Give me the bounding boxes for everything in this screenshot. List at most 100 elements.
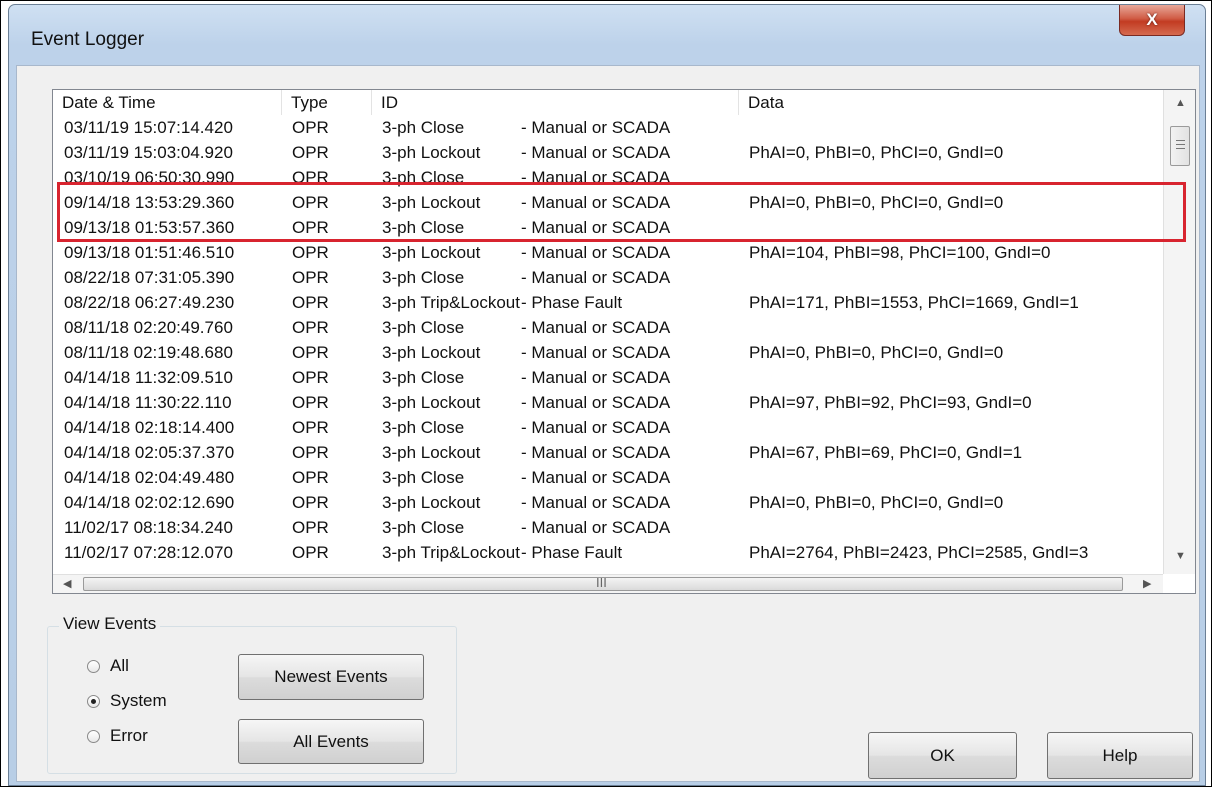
cell-date: 03/10/19 06:50:30.990 — [64, 168, 235, 187]
cell-type: OPR — [292, 543, 329, 562]
scroll-grip-icon: III — [596, 575, 607, 590]
radio-all[interactable]: All — [87, 656, 129, 676]
table-row[interactable]: 03/11/19 15:03:04.920 OPR 3-ph Lockout - Ma… — [53, 140, 1163, 165]
table-row[interactable]: 04/14/18 11:32:09.510 OPR 3-ph Close - Manu… — [53, 365, 1163, 390]
cell-date: 03/11/19 15:07:14.420 — [64, 118, 233, 137]
radio-system[interactable]: System — [87, 691, 167, 711]
event-rows: 03/11/19 15:07:14.420 OPR 3-ph Close - Manu… — [53, 115, 1163, 575]
scroll-left-icon[interactable]: ◀ — [63, 577, 71, 590]
cell-type: OPR — [292, 443, 329, 462]
radio-error-icon[interactable] — [87, 729, 100, 743]
cell-type: OPR — [292, 393, 329, 412]
cell-id: 3-ph Trip&Lockout — [382, 293, 520, 312]
cell-date: 04/14/18 02:18:14.400 — [64, 418, 235, 437]
table-row[interactable]: 04/14/18 02:05:37.370 OPR 3-ph Lockout - Ma… — [53, 440, 1163, 465]
cell-reason: - Manual or SCADA — [521, 118, 671, 137]
cell-data: PhAI=0, PhBI=0, PhCI=0, GndI=0 — [749, 343, 1004, 362]
table-row[interactable]: 08/11/18 02:20:49.760 OPR 3-ph Close - Manu… — [53, 315, 1163, 340]
cell-reason: - Manual or SCADA — [521, 443, 671, 462]
cell-reason: - Phase Fault — [521, 543, 623, 562]
cell-reason: - Manual or SCADA — [521, 468, 671, 487]
table-row[interactable]: 08/22/18 07:31:05.390 OPR 3-ph Close - Manu… — [53, 265, 1163, 290]
cell-id: 3-ph Close — [382, 418, 465, 437]
table-row[interactable]: 04/14/18 11:30:22.110 OPR 3-ph Lockout - Ma… — [53, 390, 1163, 415]
cell-reason: - Manual or SCADA — [521, 193, 671, 212]
vertical-scroll-thumb[interactable] — [1170, 126, 1190, 166]
cell-id: 3-ph Lockout — [382, 493, 481, 512]
column-header-data[interactable]: Data — [739, 90, 1164, 115]
horizontal-scroll-thumb[interactable]: III — [83, 575, 1123, 591]
vertical-scrollbar[interactable]: ▲ ▼ — [1163, 90, 1195, 574]
cell-reason: - Manual or SCADA — [521, 168, 671, 187]
cell-reason: - Manual or SCADA — [521, 368, 671, 387]
scroll-down-icon[interactable]: ▼ — [1175, 550, 1186, 562]
cell-id: 3-ph Close — [382, 168, 465, 187]
cell-date: 08/22/18 07:31:05.390 — [64, 268, 235, 287]
cell-data: PhAI=0, PhBI=0, PhCI=0, GndI=0 — [749, 143, 1004, 162]
column-header-type[interactable]: Type — [282, 90, 372, 115]
cell-id: 3-ph Lockout — [382, 393, 481, 412]
cell-data: PhAI=2764, PhBI=2423, PhCI=2585, GndI=3 — [749, 543, 1089, 562]
cell-type: OPR — [292, 518, 329, 537]
cell-date: 08/11/18 02:20:49.760 — [64, 318, 233, 337]
cell-date: 08/11/18 02:19:48.680 — [64, 343, 233, 362]
cell-reason: - Manual or SCADA — [521, 143, 671, 162]
cell-id: 3-ph Close — [382, 318, 465, 337]
radio-error[interactable]: Error — [87, 726, 148, 746]
table-row[interactable]: 04/14/18 02:04:49.480 OPR 3-ph Close - Manu… — [53, 465, 1163, 490]
table-row[interactable]: 08/22/18 06:27:49.230 OPR 3-ph Trip&Lockou… — [53, 290, 1163, 315]
table-row[interactable]: 09/13/18 01:53:57.360 OPR 3-ph Close - Manu… — [53, 215, 1163, 240]
cell-type: OPR — [292, 468, 329, 487]
table-row[interactable]: 04/14/18 02:18:14.400 OPR 3-ph Close - Manu… — [53, 415, 1163, 440]
cell-type: OPR — [292, 368, 329, 387]
table-row[interactable]: 03/11/19 15:07:14.420 OPR 3-ph Close - Manu… — [53, 115, 1163, 140]
event-list[interactable]: Date & Time Type ID Data 03/11/19 15:07:… — [52, 89, 1196, 594]
all-events-button[interactable]: All Events — [238, 719, 424, 764]
cell-data: PhAI=67, PhBI=69, PhCI=0, GndI=1 — [749, 443, 1023, 462]
table-row[interactable]: 11/02/17 07:28:12.070 OPR 3-ph Trip&Lockou… — [53, 540, 1163, 565]
scroll-right-icon[interactable]: ▶ — [1143, 577, 1151, 590]
cell-id: 3-ph Lockout — [382, 243, 481, 262]
newest-events-button[interactable]: Newest Events — [238, 654, 424, 700]
cell-type: OPR — [292, 268, 329, 287]
table-row[interactable]: 09/13/18 01:51:46.510 OPR 3-ph Lockout - Ma… — [53, 240, 1163, 265]
cell-data: PhAI=0, PhBI=0, PhCI=0, GndI=0 — [749, 193, 1004, 212]
cell-id: 3-ph Lockout — [382, 193, 481, 212]
horizontal-scrollbar[interactable]: ◀ III ▶ — [53, 574, 1163, 593]
cell-data: PhAI=0, PhBI=0, PhCI=0, GndI=0 — [749, 493, 1004, 512]
cell-date: 08/22/18 06:27:49.230 — [64, 293, 235, 312]
help-button[interactable]: Help — [1047, 732, 1193, 779]
cell-reason: - Manual or SCADA — [521, 343, 671, 362]
radio-all-icon[interactable] — [87, 659, 100, 673]
cell-data: PhAI=104, PhBI=98, PhCI=100, GndI=0 — [749, 243, 1051, 262]
event-logger-window: Event Logger X Date & Time Type ID Data … — [8, 4, 1206, 786]
radio-system-icon[interactable] — [87, 694, 100, 708]
cell-data: PhAI=171, PhBI=1553, PhCI=1669, GndI=1 — [749, 293, 1079, 312]
cell-id: 3-ph Lockout — [382, 443, 481, 462]
close-button[interactable]: X — [1119, 5, 1185, 36]
table-row[interactable]: 03/10/19 06:50:30.990 OPR 3-ph Close - Manu… — [53, 165, 1163, 190]
table-row[interactable]: 04/14/18 02:02:12.690 OPR 3-ph Lockout - Ma… — [53, 490, 1163, 515]
cell-date: 09/13/18 01:53:57.360 — [64, 218, 235, 237]
cell-type: OPR — [292, 418, 329, 437]
cell-id: 3-ph Close — [382, 118, 465, 137]
cell-id: 3-ph Close — [382, 368, 465, 387]
cell-type: OPR — [292, 168, 329, 187]
cell-reason: - Manual or SCADA — [521, 243, 671, 262]
close-icon: X — [1146, 10, 1158, 29]
ok-button[interactable]: OK — [868, 732, 1017, 779]
dialog-client-area: Date & Time Type ID Data 03/11/19 15:07:… — [16, 65, 1200, 782]
cell-date: 11/02/17 08:18:34.240 — [64, 518, 233, 537]
table-row[interactable]: 08/11/18 02:19:48.680 OPR 3-ph Lockout - Ma… — [53, 340, 1163, 365]
column-header-id[interactable]: ID — [372, 90, 739, 115]
cell-date: 04/14/18 02:02:12.690 — [64, 493, 235, 512]
cell-type: OPR — [292, 493, 329, 512]
cell-date: 09/13/18 01:51:46.510 — [64, 243, 235, 262]
cell-type: OPR — [292, 218, 329, 237]
scroll-up-icon[interactable]: ▲ — [1175, 97, 1186, 109]
cell-date: 03/11/19 15:03:04.920 — [64, 143, 233, 162]
cell-date: 11/02/17 07:28:12.070 — [64, 543, 233, 562]
column-header-date[interactable]: Date & Time — [53, 90, 282, 115]
table-row[interactable]: 11/02/17 08:18:34.240 OPR 3-ph Close - Manu… — [53, 515, 1163, 540]
table-row[interactable]: 09/14/18 13:53:29.360 OPR 3-ph Lockout - Ma… — [53, 190, 1163, 215]
